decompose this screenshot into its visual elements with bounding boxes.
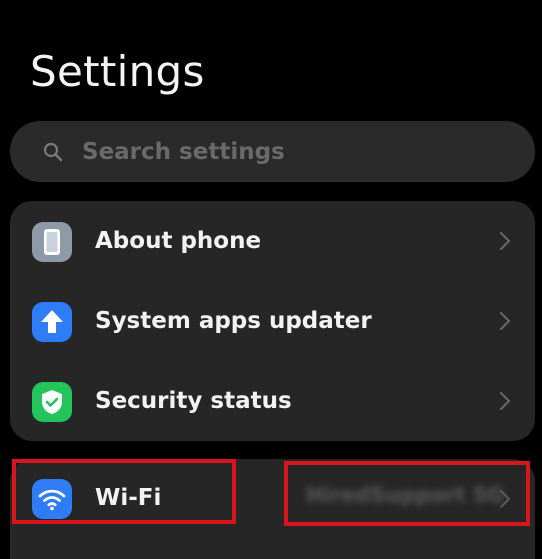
- highlight-box-wifi-network: [284, 461, 530, 526]
- search-input[interactable]: [82, 121, 502, 182]
- page-title: Settings: [30, 47, 205, 96]
- chevron-right-icon: [499, 391, 511, 411]
- arrow-up-icon: [32, 302, 72, 342]
- shield-check-icon: [32, 382, 72, 422]
- search-bar[interactable]: [10, 121, 535, 182]
- settings-item-security-status[interactable]: Security status: [10, 361, 535, 441]
- highlight-box-wifi-label: [12, 459, 236, 524]
- settings-item-label: System apps updater: [95, 308, 372, 334]
- chevron-right-icon: [499, 231, 511, 251]
- settings-item-label: About phone: [95, 228, 262, 254]
- search-icon: [43, 142, 63, 162]
- chevron-right-icon: [499, 311, 511, 331]
- settings-item-label: Security status: [95, 388, 292, 414]
- settings-item-system-apps-updater[interactable]: System apps updater: [10, 281, 535, 361]
- phone-icon: [32, 222, 72, 262]
- settings-item-about-phone[interactable]: About phone: [10, 201, 535, 281]
- settings-card: About phone System apps updater Security…: [10, 201, 535, 441]
